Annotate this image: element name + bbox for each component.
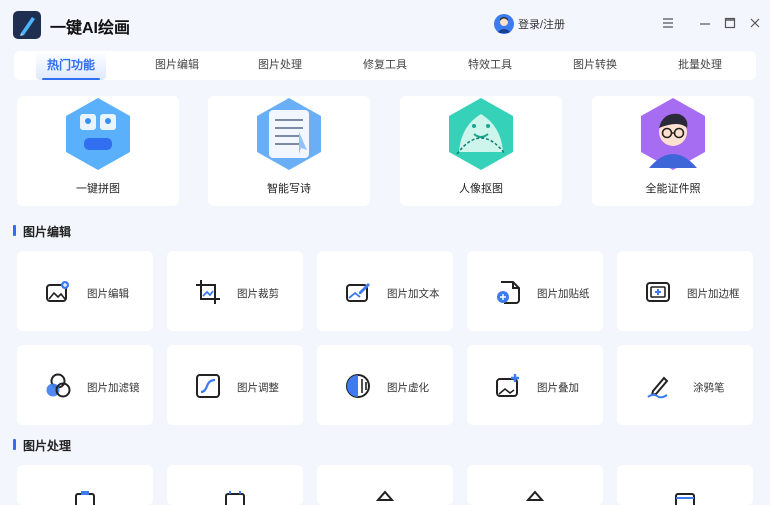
tool-card-partial[interactable]	[167, 465, 303, 505]
login-label: 登录/注册	[518, 19, 566, 31]
tool-label: 图片调整	[237, 382, 279, 394]
tab-image-edit[interactable]: 图片编辑	[142, 51, 212, 80]
tool-filter[interactable]: 图片加滤镜	[17, 345, 153, 425]
menu-icon[interactable]	[661, 16, 675, 30]
tool-card-partial[interactable]	[317, 465, 453, 505]
tool-adjust[interactable]: 图片调整	[167, 345, 303, 425]
tool-overlay[interactable]: 图片叠加	[467, 345, 603, 425]
tool-card-partial[interactable]	[467, 465, 603, 505]
tool-crop[interactable]: 图片裁剪	[167, 251, 303, 331]
tool-label: 图片加滤镜	[87, 382, 140, 394]
login-button[interactable]: 登录/注册	[494, 14, 565, 34]
image-process-icon	[222, 489, 248, 505]
add-text-icon	[345, 279, 371, 305]
image-process-icon	[522, 489, 548, 505]
blur-icon	[345, 373, 371, 399]
image-process-icon	[72, 489, 98, 505]
minimize-icon[interactable]	[698, 16, 712, 30]
app-logo-icon	[13, 11, 41, 39]
id-photo-icon	[635, 96, 711, 172]
tab-image-process[interactable]: 图片处理	[245, 51, 315, 80]
user-avatar-icon	[494, 14, 514, 34]
tool-label: 涂鸦笔	[693, 382, 725, 394]
tool-label: 图片虚化	[387, 382, 429, 394]
hot-feature-portrait-cutout[interactable]: 人像抠图	[400, 96, 562, 206]
tool-card-partial[interactable]	[617, 465, 753, 505]
tool-sticker[interactable]: 图片加贴纸	[467, 251, 603, 331]
tool-add-text[interactable]: 图片加文本	[317, 251, 453, 331]
adjust-icon	[195, 373, 221, 399]
hot-feature-poem[interactable]: 智能写诗	[208, 96, 370, 206]
overlay-icon	[495, 373, 521, 399]
tool-label: 图片加文本	[387, 288, 440, 300]
section-title-image-process: 图片处理	[13, 437, 71, 454]
poem-icon	[251, 96, 327, 172]
image-process-icon	[672, 489, 698, 505]
tab-batch-process[interactable]: 批量处理	[665, 51, 735, 80]
hot-feature-label: 全能证件照	[645, 183, 701, 195]
tool-blur[interactable]: 图片虚化	[317, 345, 453, 425]
image-edit-icon	[45, 279, 71, 305]
hot-feature-collage[interactable]: 一键拼图	[17, 96, 179, 206]
tool-label: 图片加边框	[687, 288, 740, 300]
app-title: 一键AI绘画	[50, 20, 131, 37]
filter-icon	[45, 373, 71, 399]
tab-repair-tools[interactable]: 修复工具	[350, 51, 420, 80]
portrait-cutout-icon	[443, 96, 519, 172]
tool-card-partial[interactable]	[17, 465, 153, 505]
tool-label: 图片编辑	[87, 288, 129, 300]
hot-feature-label: 智能写诗	[267, 183, 311, 195]
tool-doodle-pen[interactable]: 涂鸦笔	[617, 345, 753, 425]
maximize-icon[interactable]	[723, 16, 737, 30]
collage-icon	[60, 96, 136, 172]
hot-feature-id-photo[interactable]: 全能证件照	[592, 96, 754, 206]
image-process-icon	[372, 489, 398, 505]
close-icon[interactable]	[748, 16, 762, 30]
tab-effect-tools[interactable]: 特效工具	[455, 51, 525, 80]
doodle-pen-icon	[645, 373, 671, 399]
border-icon	[645, 279, 671, 305]
tab-hot-features[interactable]: 热门功能	[36, 51, 106, 80]
tool-label: 图片叠加	[537, 382, 579, 394]
sticker-icon	[495, 279, 521, 305]
tool-label: 图片加贴纸	[537, 288, 590, 300]
tool-border[interactable]: 图片加边框	[617, 251, 753, 331]
section-title-image-edit: 图片编辑	[13, 223, 71, 240]
tool-image-edit[interactable]: 图片编辑	[17, 251, 153, 331]
tool-label: 图片裁剪	[237, 288, 279, 300]
hot-feature-label: 一键拼图	[76, 183, 120, 195]
tab-image-convert[interactable]: 图片转换	[560, 51, 630, 80]
title-bar: 一键AI绘画 登录/注册	[0, 0, 770, 48]
crop-icon	[195, 279, 221, 305]
hot-feature-label: 人像抠图	[459, 183, 503, 195]
category-tabs: 热门功能 图片编辑 图片处理 修复工具 特效工具 图片转换 批量处理	[14, 51, 756, 80]
